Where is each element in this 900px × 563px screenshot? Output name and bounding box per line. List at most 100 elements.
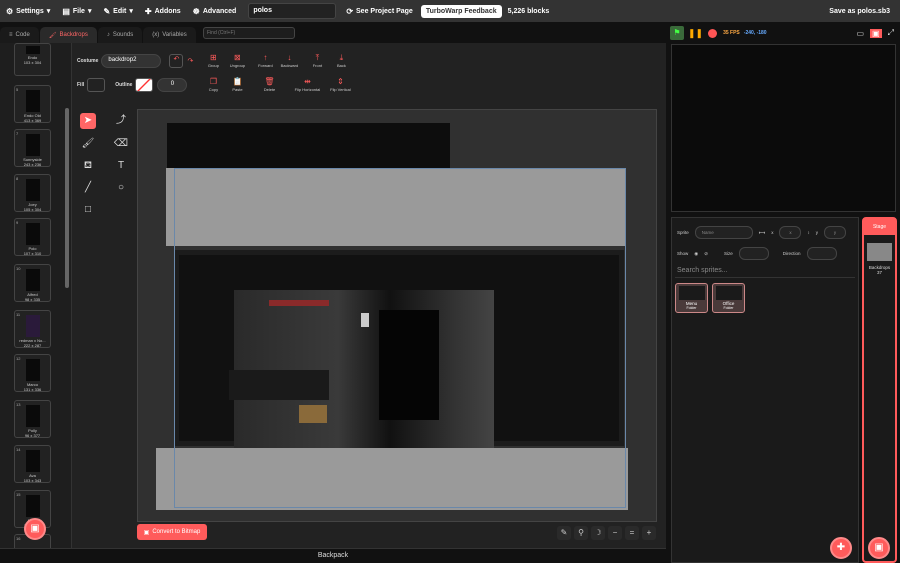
edit-menu[interactable]: ✎ Edit ▾ (97, 0, 138, 22)
add-sprite-button[interactable]: ✚ (830, 537, 852, 559)
list-item[interactable]: 9 Polo 107 x 310 (14, 218, 51, 256)
reshape-tool[interactable]: ⤴ (113, 113, 129, 129)
tab-sounds[interactable]: ♪ Sounds (97, 27, 143, 43)
outline-color-picker[interactable] (135, 77, 154, 92)
convert-to-bitmap-button[interactable]: ▣ Convert to Bitmap (137, 524, 207, 540)
rectangle-tool[interactable]: □ (80, 202, 96, 218)
list-item[interactable]: 14 Ava 103 x 343 (14, 445, 51, 483)
circle-tool[interactable]: ○ (113, 180, 129, 196)
pencil-icon: ✎ (103, 6, 111, 16)
mouse-coords: -240, -180 (743, 30, 767, 36)
list-item[interactable]: 5 Endo Old 413 x 369 (14, 85, 51, 123)
moon-icon[interactable]: ☽ (591, 526, 605, 540)
stage-header: ⚑ ❚❚ 35 FPS -240, -180 ▭ ▣ ⤢ (670, 24, 900, 42)
flip-horizontal-button[interactable]: ⇹ Flip Horizontal (289, 77, 325, 92)
zoom-reset-icon[interactable]: = (625, 526, 639, 540)
editor-tabs: ≡ Code 🖌 Backdrops ♪ Sounds (x) Variables (0, 27, 197, 43)
fullscreen-icon[interactable]: ⤢ (888, 28, 894, 38)
x-input[interactable]: x (779, 226, 802, 239)
eraser-tool[interactable]: ⌫ (113, 136, 129, 152)
arrow-bottom-icon: ⤓ (339, 53, 344, 62)
zoom-controls: ✎ ⚲ ☽ − = + (557, 526, 656, 540)
y-input[interactable]: y (823, 226, 846, 239)
list-item[interactable]: 12 Marco 131 x 336 (14, 354, 51, 392)
fill-tool[interactable]: ⛾ (80, 158, 96, 174)
search-sprites-input[interactable]: Search sprites... (675, 264, 855, 278)
save-as-button[interactable]: Save as polos.sb3 (823, 0, 896, 22)
outline-width-input[interactable]: 0 (157, 77, 188, 92)
show-visible-icon[interactable]: ◉ (694, 251, 698, 257)
sprite-tile-office[interactable]: Office Folder (712, 283, 745, 313)
drawing-canvas[interactable] (137, 109, 657, 522)
group-button[interactable]: ⊞ Group (201, 53, 225, 68)
add-backdrop-button[interactable]: ▣ (868, 537, 890, 559)
size-input[interactable] (738, 247, 769, 260)
backpack[interactable]: Backpack (0, 548, 666, 563)
stage-canvas[interactable] (671, 44, 896, 212)
direction-input[interactable] (806, 247, 837, 260)
chevron-down-icon: ▾ (87, 8, 92, 15)
cat-icon: ✚ (836, 542, 846, 553)
feedback-button[interactable]: TurboWarp Feedback (420, 4, 502, 18)
front-button[interactable]: ⤒ Front (305, 53, 329, 68)
choose-backdrop-button[interactable]: ▣ (24, 518, 46, 540)
see-project-page-button[interactable]: ⟳ See Project Page (340, 0, 419, 22)
refresh-icon: ⟳ (346, 6, 354, 16)
list-item[interactable]: Endo 103 x 304 (14, 43, 51, 76)
image-icon: ▣ (143, 529, 150, 536)
arrow-up-icon: ↑ (263, 53, 268, 62)
paste-button[interactable]: 📋 Paste (225, 77, 249, 92)
list-item[interactable]: 11 redman x No... 222 x 287 (14, 310, 51, 348)
arrow-top-icon: ⤒ (315, 53, 320, 62)
small-stage-icon[interactable]: ▭ (856, 29, 864, 38)
tab-code[interactable]: ≡ Code (0, 27, 39, 43)
sprite-name-input[interactable]: Name (694, 226, 753, 239)
tab-backdrops[interactable]: 🖌 Backdrops (39, 27, 97, 43)
advanced-menu[interactable]: ☸ Advanced (187, 0, 243, 22)
group-icon: ⊞ (210, 53, 217, 62)
trash-icon: 🗑 (264, 77, 275, 86)
copy-icon: ❐ (209, 77, 218, 86)
forward-button[interactable]: ↑ Forward (253, 53, 277, 68)
list-item[interactable]: 10 Alfred 98 x 335 (14, 264, 51, 302)
text-tool[interactable]: T (113, 158, 129, 174)
zoom-out-icon[interactable]: − (608, 526, 622, 540)
list-item[interactable]: 13 Polly 96 x 377 (14, 400, 51, 438)
line-tool[interactable]: ╱ (80, 180, 96, 196)
flip-vertical-button[interactable]: ⇕ Flip Vertical (325, 77, 355, 92)
fps-counter: 35 FPS (723, 30, 740, 36)
file-menu[interactable]: ▤ File ▾ (56, 0, 97, 22)
delete-button[interactable]: 🗑 Delete (257, 77, 281, 92)
show-hidden-icon[interactable]: ⊘ (704, 251, 708, 257)
zoom-in-icon[interactable]: + (642, 526, 656, 540)
settings-menu[interactable]: ⚙ Settings ▾ (0, 0, 56, 22)
stage-selector[interactable]: Stage Backdrops 37 (862, 217, 897, 563)
redo-button[interactable]: ↷ (183, 57, 197, 65)
backward-button[interactable]: ↓ Backward (277, 53, 301, 68)
green-flag-icon[interactable]: ⚑ (670, 26, 684, 40)
fill-color-picker[interactable] (87, 77, 106, 92)
list-item[interactable]: 7 Sunnyside 243 x 236 (14, 129, 51, 167)
tab-variables[interactable]: (x) Variables (143, 27, 196, 43)
copy-button[interactable]: ❐ Copy (201, 77, 225, 92)
stop-icon[interactable] (708, 28, 718, 38)
project-title-input[interactable]: polos (248, 3, 337, 19)
pause-icon[interactable]: ❚❚ (688, 28, 703, 39)
globe-icon: ⚙ (6, 6, 14, 16)
brush-size-icon[interactable]: ✎ (557, 526, 571, 540)
list-item[interactable]: 8 Joey 105 x 304 (14, 174, 51, 212)
sound-icon: ♪ (106, 32, 110, 38)
scrollbar[interactable] (65, 108, 69, 288)
select-tool[interactable]: ➤ (80, 113, 96, 129)
costume-name-input[interactable]: backdrop2 (101, 53, 162, 68)
undo-button[interactable]: ↶ (169, 53, 184, 68)
back-button[interactable]: ⤓ Back (329, 53, 353, 68)
sprite-tile-menu[interactable]: Menu Folder (675, 283, 708, 313)
large-stage-icon[interactable]: ▣ (870, 28, 882, 38)
find-input[interactable]: Find (Ctrl+F) (203, 27, 295, 39)
ungroup-button[interactable]: ⊠ Ungroup (225, 53, 249, 68)
addons-menu[interactable]: ✚ Addons (139, 0, 187, 22)
selection-box[interactable] (174, 168, 626, 508)
eyedropper-icon[interactable]: ⚲ (574, 526, 588, 540)
brush-tool[interactable]: 🖌 (80, 136, 96, 152)
